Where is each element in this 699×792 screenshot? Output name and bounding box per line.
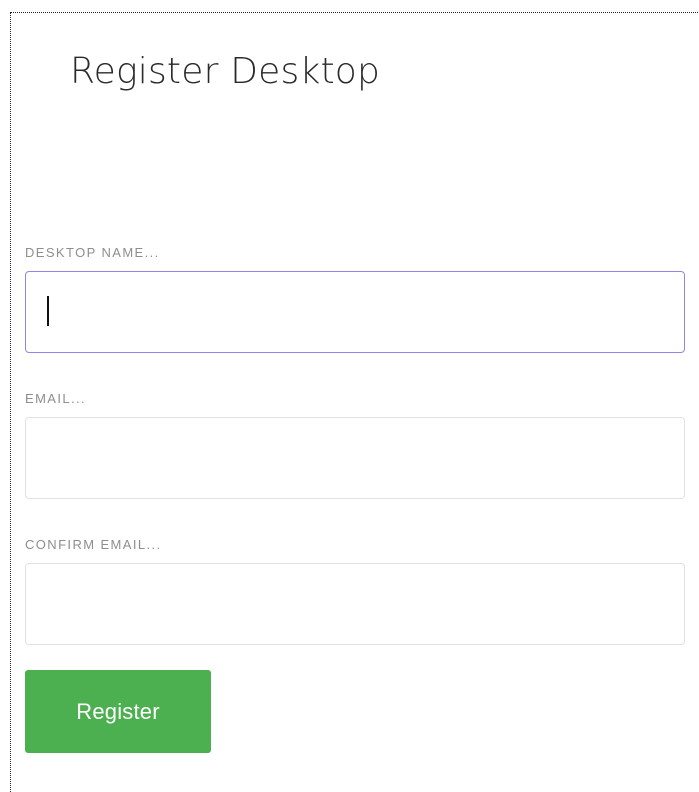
text-caret bbox=[47, 296, 49, 326]
confirm-email-input[interactable] bbox=[25, 563, 685, 645]
desktop-name-input[interactable] bbox=[25, 271, 685, 353]
email-label: EMAIL... bbox=[25, 391, 87, 406]
register-button[interactable]: Register bbox=[25, 670, 211, 753]
email-input[interactable] bbox=[25, 417, 685, 499]
desktop-name-label: DESKTOP NAME... bbox=[25, 245, 160, 260]
page-title: Register Desktop bbox=[70, 51, 381, 92]
confirm-email-label: CONFIRM EMAIL... bbox=[25, 537, 162, 552]
